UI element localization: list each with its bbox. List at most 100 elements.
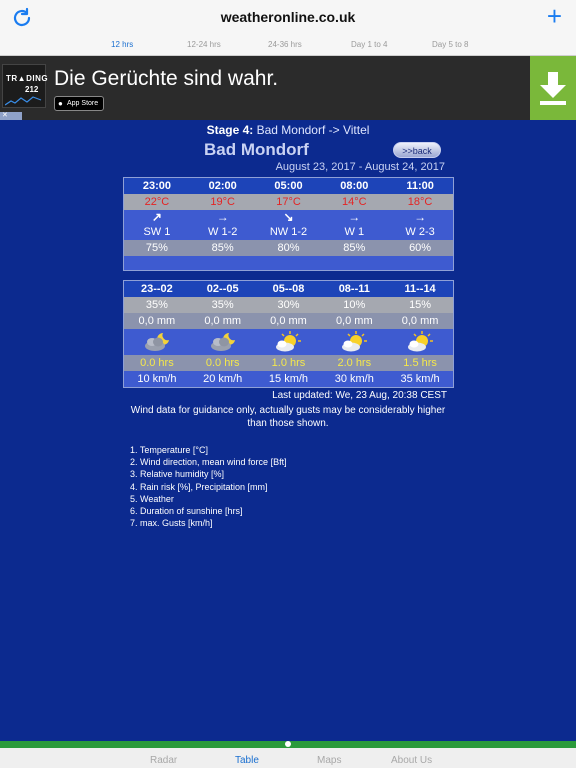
temperature-cell: 14°C xyxy=(342,196,367,208)
humidity-cell: 85% xyxy=(211,242,234,254)
temperature-cell: 22°C xyxy=(144,196,170,208)
gust-cell: 10 km/h xyxy=(137,373,177,385)
page-indicator-dot xyxy=(285,741,291,747)
rain-risk-cell: 30% xyxy=(277,299,300,311)
period-cell: 02--05 xyxy=(206,283,239,295)
sun-cloud-icon xyxy=(276,331,302,352)
table-row: 23--02 02--05 05--08 08--11 11--14 xyxy=(124,281,453,297)
sunshine-cell: 0.0 hrs xyxy=(205,357,240,369)
legend-item: 2. Wind direction, mean wind force [Bft] xyxy=(130,457,287,468)
time-cell: 08:00 xyxy=(340,180,369,192)
rain-risk-cell: 35% xyxy=(211,299,234,311)
app-store-badge[interactable]: ● App Store xyxy=(54,96,104,111)
legend-item: 7. max. Gusts [km/h] xyxy=(130,518,213,529)
tab-12-24-hrs[interactable]: 12-24 hrs xyxy=(187,40,221,49)
precipitation-cell: 0,0 mm xyxy=(204,315,242,327)
gust-cell: 35 km/h xyxy=(400,373,440,385)
ad-banner[interactable]: TR▲DING 212 Die Gerüchte sind wahr. ● Ap… xyxy=(0,56,576,120)
forecast-tab-bar: 12 hrs 12-24 hrs 24-36 hrs Day 1 to 4 Da… xyxy=(0,36,576,56)
wind-cell: W 2-3 xyxy=(405,226,435,238)
wind-cell: W 1 xyxy=(344,226,365,238)
weather-cell xyxy=(256,329,322,355)
tab-12-hrs[interactable]: 12 hrs xyxy=(111,40,133,49)
table-row: 0,0 mm 0,0 mm 0,0 mm 0,0 mm 0,0 mm xyxy=(124,313,453,329)
legend-item: 6. Duration of sunshine [hrs] xyxy=(130,505,243,516)
gust-cell: 20 km/h xyxy=(203,373,243,385)
time-cell: 02:00 xyxy=(208,180,237,192)
legend-item: 5. Weather xyxy=(130,493,174,504)
moon-cloud-icon xyxy=(210,333,235,351)
sunshine-cell: 0.0 hrs xyxy=(140,357,174,369)
navigation-bar: weatheronline.co.uk + xyxy=(0,0,576,36)
tab-table[interactable]: Table xyxy=(235,755,259,766)
ad-headline: Die Gerüchte sind wahr. xyxy=(54,67,279,90)
wind-disclaimer: Wind data for guidance only, actually gu… xyxy=(130,405,446,429)
table-row: 35% 35% 30% 10% 15% xyxy=(124,297,453,313)
stage-label: Stage 4: xyxy=(206,123,254,137)
precipitation-cell: 0,0 mm xyxy=(335,315,373,327)
rain-risk-cell: 35% xyxy=(145,299,168,311)
tab-24-36-hrs[interactable]: 24-36 hrs xyxy=(268,40,302,49)
wind-cell: NW 1-2 xyxy=(269,226,308,238)
table-row: 10 km/h 20 km/h 15 km/h 30 km/h 35 km/h xyxy=(124,371,453,387)
weather-cell xyxy=(321,329,387,355)
sunshine-cell: 1.5 hrs xyxy=(403,357,437,369)
temperature-cell: 19°C xyxy=(210,196,235,208)
time-cell: 11:00 xyxy=(406,180,434,192)
humidity-cell: 80% xyxy=(277,242,300,254)
wind-arrow-icon: ↘ xyxy=(283,210,294,224)
bottom-tab-bar: Radar Table Maps About Us xyxy=(0,748,576,768)
ad-close-icon[interactable]: ✕ xyxy=(0,112,22,120)
rain-risk-cell: 15% xyxy=(409,299,432,311)
download-icon xyxy=(540,72,566,105)
time-cell: 23:00 xyxy=(142,180,171,192)
table-row xyxy=(124,329,453,355)
humidity-cell: 85% xyxy=(343,242,366,254)
tab-radar[interactable]: Radar xyxy=(150,755,177,766)
last-updated: Last updated: We, 23 Aug, 20:38 CEST xyxy=(272,390,447,401)
chart-line-icon xyxy=(5,96,42,106)
temperature-cell: 18°C xyxy=(407,196,433,208)
weather-cell xyxy=(124,329,190,355)
legend-item: 4. Rain risk [%], Precipitation [mm] xyxy=(130,481,268,492)
hourly-forecast-table: 23:00 02:00 05:00 08:00 11:00 22°C 19°C … xyxy=(123,177,454,271)
sun-cloud-icon xyxy=(342,331,368,352)
tab-maps[interactable]: Maps xyxy=(317,755,341,766)
period-cell: 11--14 xyxy=(404,283,436,295)
date-range: August 23, 2017 - August 24, 2017 xyxy=(275,161,445,173)
apple-icon: ● xyxy=(58,99,63,108)
precipitation-cell: 0,0 mm xyxy=(401,315,439,327)
wind-cell: W 1-2 xyxy=(208,226,238,238)
plus-icon[interactable]: + xyxy=(547,3,562,29)
wind-arrow-icon: → xyxy=(348,210,361,224)
wind-arrow-icon: → xyxy=(216,210,229,224)
download-button[interactable] xyxy=(530,56,576,120)
ad-logo: TR▲DING 212 xyxy=(2,64,49,108)
app-store-label: App Store xyxy=(67,100,99,107)
table-row xyxy=(124,256,453,270)
sun-cloud-icon xyxy=(408,331,434,352)
wind-arrow-icon: → xyxy=(414,210,427,224)
site-title: weatheronline.co.uk xyxy=(220,9,356,25)
table-row: 0.0 hrs 0.0 hrs 1.0 hrs 2.0 hrs 1.5 hrs xyxy=(124,355,453,371)
legend-list: 1. Temperature [°C] 2. Wind direction, m… xyxy=(130,444,287,529)
back-button[interactable]: >>back xyxy=(393,142,441,158)
humidity-cell: 60% xyxy=(409,242,432,254)
table-row: SW 1 W 1-2 NW 1-2 W 1 W 2-3 xyxy=(124,224,453,240)
period-cell: 23--02 xyxy=(141,283,173,295)
city-title: Bad Mondorf xyxy=(204,140,309,159)
tab-day-5-to-8[interactable]: Day 5 to 8 xyxy=(432,40,468,49)
tab-day-1-to-4[interactable]: Day 1 to 4 xyxy=(351,40,387,49)
ad-logo-line2: 212 xyxy=(25,85,39,94)
wind-cell: SW 1 xyxy=(143,226,171,238)
weather-cell xyxy=(190,329,256,355)
gust-cell: 30 km/h xyxy=(334,373,374,385)
stage-heading: Stage 4: Bad Mondorf -> Vittel xyxy=(0,123,576,137)
table-row: 75% 85% 80% 85% 60% xyxy=(124,240,453,256)
sunshine-cell: 2.0 hrs xyxy=(337,357,372,369)
rain-risk-cell: 10% xyxy=(343,299,366,311)
ad-logo-line1: TR▲DING xyxy=(6,74,49,83)
period-cell: 08--11 xyxy=(338,283,370,295)
period-forecast-table: 23--02 02--05 05--08 08--11 11--14 35% 3… xyxy=(123,280,454,388)
tab-about-us[interactable]: About Us xyxy=(391,755,432,766)
